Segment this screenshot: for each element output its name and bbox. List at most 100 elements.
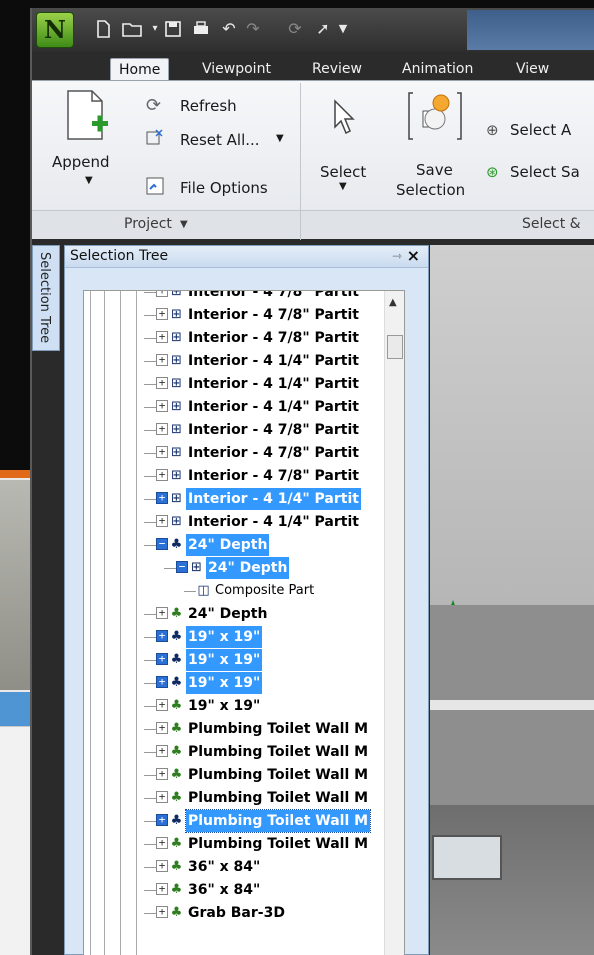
chevron-down-icon: ▼ xyxy=(339,181,347,192)
tree-node-label[interactable]: Interior - 4 1/4" Partit xyxy=(186,373,361,395)
print-icon[interactable] xyxy=(192,20,210,38)
chevron-down-icon[interactable]: ▾ xyxy=(146,20,164,38)
tree-node-label[interactable]: 36" x 84" xyxy=(186,879,262,901)
select-same-icon: ⊛ xyxy=(486,163,499,181)
refresh-icon[interactable]: ⟳ xyxy=(286,20,304,38)
expand-toggle-icon[interactable]: + xyxy=(156,607,168,619)
tree-node-label[interactable]: 36" x 84" xyxy=(186,856,262,878)
undo-icon[interactable]: ↶ xyxy=(220,20,238,38)
scroll-up-icon[interactable]: ▲ xyxy=(389,297,397,308)
tree-node-label[interactable]: Plumbing Toilet Wall M xyxy=(186,787,370,809)
save-icon[interactable] xyxy=(164,20,182,38)
tree-node-label[interactable]: Interior - 4 7/8" Partit xyxy=(186,442,361,464)
expand-toggle-icon[interactable]: + xyxy=(156,446,168,458)
tree-node-label[interactable]: 19" x 19" xyxy=(186,695,262,717)
panel-title: Selection Tree xyxy=(70,248,169,264)
tree-node-label[interactable]: Plumbing Toilet Wall M xyxy=(186,741,370,763)
redo-icon[interactable]: ↷ xyxy=(244,20,262,38)
expand-toggle-icon[interactable]: + xyxy=(156,423,168,435)
app-menu-button[interactable]: N xyxy=(36,12,74,48)
vertical-scrollbar[interactable]: ▲ xyxy=(384,291,404,955)
tree-node-label[interactable]: Interior - 4 1/4" Partit xyxy=(186,511,361,533)
tree-node-label[interactable]: Interior - 4 7/8" Partit xyxy=(186,465,361,487)
tree-node-label[interactable]: 19" x 19" xyxy=(186,649,263,671)
expand-toggle-icon[interactable]: + xyxy=(156,400,168,412)
scene-view[interactable] xyxy=(430,245,594,955)
tree-node-label[interactable]: Interior - 4 1/4" Partit xyxy=(186,396,361,418)
reset-all-label: Reset All... xyxy=(180,131,260,149)
tree-node-label[interactable]: Interior - 4 1/4" Partit xyxy=(186,488,361,510)
close-icon[interactable]: × xyxy=(407,246,420,265)
title-bar-area xyxy=(467,10,594,50)
expand-toggle-icon[interactable]: + xyxy=(156,883,168,895)
expand-toggle-icon[interactable]: + xyxy=(156,906,168,918)
tree-connector xyxy=(144,292,156,293)
tree-node-label[interactable]: Composite Part xyxy=(213,580,316,602)
expand-toggle-icon[interactable]: + xyxy=(156,837,168,849)
tree-node-label[interactable]: 19" x 19" xyxy=(186,626,263,648)
selection-tree[interactable]: + ⊞ Interior - 4 7/8" Partit + ⊞ Interior - 4… xyxy=(83,290,405,955)
tree-node-label[interactable]: Plumbing Toilet Wall M xyxy=(186,764,370,786)
tab-animation[interactable]: Animation xyxy=(394,58,481,80)
tab-home[interactable]: Home xyxy=(110,58,170,80)
file-options-label: File Options xyxy=(180,179,268,197)
tab-view[interactable]: View xyxy=(508,58,557,80)
tree-node-label[interactable]: Interior - 4 7/8" Partit xyxy=(186,419,361,441)
save-label: Save xyxy=(416,161,453,179)
chevron-down-icon: ▼ xyxy=(276,133,284,144)
expand-toggle-icon[interactable]: + xyxy=(156,291,168,297)
tab-review[interactable]: Review xyxy=(304,58,370,80)
scene-background xyxy=(430,245,594,605)
expand-toggle-icon[interactable]: + xyxy=(156,676,168,688)
expand-toggle-icon[interactable]: + xyxy=(156,768,168,780)
expand-toggle-icon[interactable]: + xyxy=(156,745,168,757)
tree-node-label[interactable]: Interior - 4 1/4" Partit xyxy=(186,350,361,372)
expand-toggle-icon[interactable]: + xyxy=(156,814,168,826)
layer-icon: ♣ xyxy=(170,744,183,759)
tree-node-label[interactable]: Interior - 4 7/8" Partit xyxy=(186,291,361,303)
roof-edge xyxy=(430,700,594,710)
expand-toggle-icon[interactable]: + xyxy=(156,492,168,504)
project-group-label[interactable]: Project xyxy=(124,216,172,232)
tree-node-label[interactable]: Interior - 4 7/8" Partit xyxy=(186,327,361,349)
tree-node-label[interactable]: Interior - 4 7/8" Partit xyxy=(186,304,361,326)
tree-connector xyxy=(144,775,156,776)
collapse-toggle-icon[interactable]: − xyxy=(156,538,168,550)
expand-toggle-icon[interactable]: + xyxy=(156,860,168,872)
tree-node-label[interactable]: Plumbing Toilet Wall M xyxy=(186,833,370,855)
expand-toggle-icon[interactable]: + xyxy=(156,469,168,481)
scroll-thumb[interactable] xyxy=(387,335,403,359)
tree-node-label[interactable]: Plumbing Toilet Wall M xyxy=(184,809,372,833)
tree-connector xyxy=(144,338,156,339)
collapse-toggle-icon[interactable]: − xyxy=(176,561,188,573)
chevron-down-icon[interactable]: ▼ xyxy=(180,219,188,230)
expand-toggle-icon[interactable]: + xyxy=(156,515,168,527)
expand-toggle-icon[interactable]: + xyxy=(156,791,168,803)
tree-node-label[interactable]: Grab Bar-3D xyxy=(186,902,287,924)
pin-icon[interactable]: ⇾ xyxy=(392,249,402,263)
tree-node-label[interactable]: 19" x 19" xyxy=(186,672,263,694)
tab-viewpoint[interactable]: Viewpoint xyxy=(194,58,279,80)
expand-toggle-icon[interactable]: + xyxy=(156,699,168,711)
expand-toggle-icon[interactable]: + xyxy=(156,653,168,665)
box-group-icon: ⊞ xyxy=(171,376,182,391)
tree-node-label[interactable]: 24" Depth xyxy=(186,534,270,556)
expand-toggle-icon[interactable]: + xyxy=(156,377,168,389)
tree-node-label[interactable]: Plumbing Toilet Wall M xyxy=(186,718,370,740)
expand-toggle-icon[interactable]: + xyxy=(156,331,168,343)
expand-toggle-icon[interactable]: + xyxy=(156,354,168,366)
customize-dropdown-icon[interactable]: ▼ xyxy=(334,20,352,38)
tree-node-label[interactable]: 24" Depth xyxy=(206,557,290,579)
new-file-icon[interactable] xyxy=(94,20,112,38)
expand-toggle-icon[interactable]: + xyxy=(156,630,168,642)
tree-connector xyxy=(144,913,156,914)
tree-node-label[interactable]: 24" Depth xyxy=(186,603,269,625)
open-folder-icon[interactable] xyxy=(122,20,144,38)
tree-connector xyxy=(144,752,156,753)
selection-tree-side-tab[interactable]: Selection Tree xyxy=(32,245,60,351)
ribbon-group-labels: Project ▼ Select & xyxy=(32,210,594,240)
select-cursor-icon[interactable]: ➚ xyxy=(314,20,332,38)
expand-toggle-icon[interactable]: + xyxy=(156,722,168,734)
append-icon xyxy=(67,90,108,140)
expand-toggle-icon[interactable]: + xyxy=(156,308,168,320)
